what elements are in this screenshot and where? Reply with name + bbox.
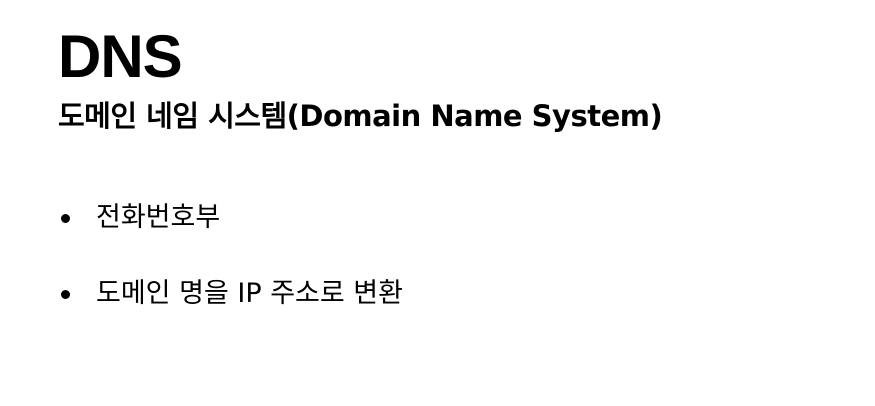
bullet-text: 도메인 명을 IP 주소로 변환 [96, 278, 403, 309]
slide-subtitle: 도메인 네임 시스템(Domain Name System) [58, 99, 663, 133]
slide-title: DNS [58, 23, 183, 90]
bullet-dot-icon [61, 290, 70, 299]
bullet-list: 전화번호부 도메인 명을 IP 주소로 변환 [58, 198, 403, 350]
bullet-dot-icon [61, 214, 70, 223]
slide: DNS 도메인 네임 시스템(Domain Name System) 전화번호부… [0, 0, 875, 406]
bullet-item: 도메인 명을 IP 주소로 변환 [58, 274, 403, 314]
bullet-item: 전화번호부 [58, 198, 403, 238]
bullet-text: 전화번호부 [96, 202, 221, 233]
